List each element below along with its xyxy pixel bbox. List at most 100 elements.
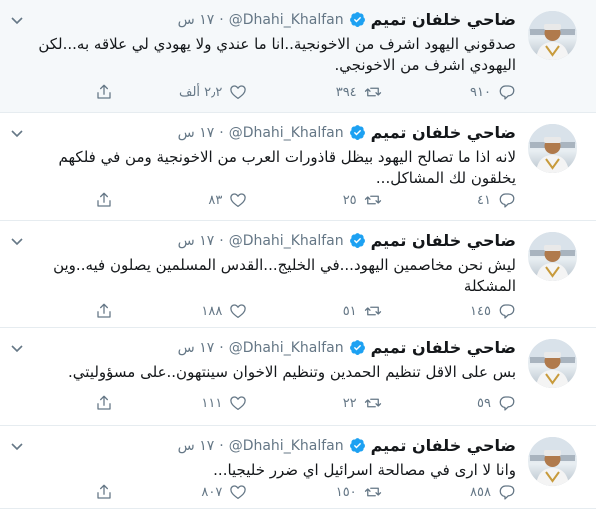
tweet-timestamp[interactable]: ١٧ س — [178, 12, 215, 28]
reply-count: ١٤٥ — [470, 303, 491, 319]
chevron-down-icon[interactable] — [10, 125, 24, 139]
tweet-text: ليش نحن مخاصمين اليهود...في الخليج...الق… — [53, 256, 516, 295]
retweet-button[interactable]: ١٥٠ — [292, 483, 382, 501]
chevron-down-icon[interactable] — [10, 12, 24, 26]
tweet-text: وانا لا ارى في مصالحة اسرائيل اي ضرر خلي… — [213, 461, 516, 479]
separator-dot: · — [219, 339, 224, 356]
reply-button[interactable]: ٤١ — [426, 191, 516, 209]
tweet-header: ضاحي خلفان تميم @Dhahi_Khalfan · ١٧ س — [178, 338, 516, 357]
avatar[interactable] — [528, 11, 577, 60]
reply-button[interactable]: ٨٥٨ — [426, 483, 516, 501]
display-name[interactable]: ضاحي خلفان تميم — [371, 123, 516, 142]
like-count: ٨٣ — [208, 192, 223, 208]
reply-count: ٤١ — [477, 192, 491, 208]
share-button[interactable] — [91, 302, 113, 320]
tweet-header: ضاحي خلفان تميم @Dhahi_Khalfan · ١٧ س — [178, 436, 516, 455]
tweet-header: ضاحي خلفان تميم @Dhahi_Khalfan · ١٧ س — [178, 123, 516, 142]
display-name[interactable]: ضاحي خلفان تميم — [371, 338, 516, 357]
share-button[interactable] — [91, 83, 113, 101]
chevron-down-icon[interactable] — [10, 438, 24, 452]
reply-count: ٥٩ — [477, 395, 491, 411]
tweet[interactable]: ضاحي خلفان تميم @Dhahi_Khalfan · ١٧ س لي… — [0, 221, 596, 328]
share-icon — [97, 84, 111, 99]
avatar[interactable] — [528, 437, 577, 486]
tweet-actions: ٥٩ ٢٢ ١١١ — [91, 393, 516, 413]
tweet[interactable]: ضاحي خلفان تميم @Dhahi_Khalfan · ١٧ س لا… — [0, 113, 596, 221]
heart-icon — [230, 304, 247, 319]
retweet-button[interactable]: ٥١ — [292, 302, 382, 320]
display-name[interactable]: ضاحي خلفان تميم — [371, 436, 516, 455]
retweet-count: ٣٩٤ — [335, 84, 357, 100]
user-handle[interactable]: @Dhahi_Khalfan — [229, 12, 344, 28]
share-icon — [97, 395, 111, 410]
reply-icon — [499, 304, 515, 319]
retweet-button[interactable]: ٢٥ — [292, 191, 382, 209]
retweet-icon — [364, 306, 381, 316]
verified-badge-icon — [349, 232, 366, 249]
like-button[interactable]: ٢٫٢ ألف — [157, 83, 247, 101]
like-button[interactable]: ١١١ — [157, 394, 247, 412]
share-icon — [97, 303, 111, 318]
like-button[interactable]: ١٨٨ — [157, 302, 247, 320]
like-count: ١٨٨ — [201, 303, 223, 319]
tweet-actions: ٩١٠ ٣٩٤ ٢٫٢ ألف — [91, 82, 516, 102]
tweet-actions: ٤١ ٢٥ ٨٣ — [91, 190, 516, 210]
reply-icon — [499, 396, 515, 411]
user-handle[interactable]: @Dhahi_Khalfan — [229, 438, 344, 454]
chevron-down-icon[interactable] — [10, 340, 24, 354]
tweet-header: ضاحي خلفان تميم @Dhahi_Khalfan · ١٧ س — [178, 10, 516, 29]
retweet-count: ٥١ — [342, 303, 357, 319]
retweet-button[interactable]: ٢٢ — [292, 394, 382, 412]
display-name[interactable]: ضاحي خلفان تميم — [371, 10, 516, 29]
retweet-icon — [364, 195, 381, 205]
verified-badge-icon — [349, 339, 366, 356]
reply-count: ٨٥٨ — [470, 484, 491, 500]
verified-badge-icon — [349, 11, 366, 28]
heart-icon — [230, 85, 247, 100]
reply-icon — [499, 485, 515, 500]
share-icon — [97, 192, 111, 207]
retweet-icon — [364, 487, 381, 497]
retweet-count: ١٥٠ — [335, 484, 357, 500]
user-handle[interactable]: @Dhahi_Khalfan — [229, 125, 344, 141]
tweet-timestamp[interactable]: ١٧ س — [178, 125, 215, 141]
tweet-feed: ضاحي خلفان تميم @Dhahi_Khalfan · ١٧ س صد… — [0, 0, 596, 509]
like-button[interactable]: ٨٣ — [157, 191, 247, 209]
heart-icon — [230, 193, 247, 208]
reply-icon — [499, 193, 515, 208]
tweet[interactable]: ضاحي خلفان تميم @Dhahi_Khalfan · ١٧ س صد… — [0, 0, 596, 113]
avatar[interactable] — [528, 232, 577, 281]
share-button[interactable] — [91, 191, 113, 209]
retweet-icon — [364, 398, 381, 408]
separator-dot: · — [219, 124, 224, 141]
avatar[interactable] — [528, 339, 577, 388]
tweet-text: بس على الاقل تنظيم الحمدين وتنظيم الاخوا… — [68, 363, 516, 381]
reply-button[interactable]: ٥٩ — [426, 394, 516, 412]
retweet-count: ٢٢ — [342, 395, 357, 411]
tweet-timestamp[interactable]: ١٧ س — [178, 340, 215, 356]
heart-icon — [230, 485, 247, 500]
tweet-timestamp[interactable]: ١٧ س — [178, 233, 215, 249]
tweet-actions: ٨٥٨ ١٥٠ ٨٠٧ — [91, 482, 516, 502]
like-count: ١١١ — [201, 395, 223, 411]
tweet-text: صدقوني اليهود اشرف من الاخونجية..انا ما … — [38, 35, 516, 74]
reply-button[interactable]: ٩١٠ — [426, 83, 516, 101]
heart-icon — [230, 396, 247, 411]
chevron-down-icon[interactable] — [10, 233, 24, 247]
share-button[interactable] — [91, 394, 113, 412]
tweet-actions: ١٤٥ ٥١ ١٨٨ — [91, 301, 516, 321]
retweet-button[interactable]: ٣٩٤ — [292, 83, 382, 101]
avatar[interactable] — [528, 124, 577, 173]
like-button[interactable]: ٨٠٧ — [157, 483, 247, 501]
reply-button[interactable]: ١٤٥ — [426, 302, 516, 320]
reply-count: ٩١٠ — [470, 84, 491, 100]
share-icon — [97, 484, 111, 499]
tweet-timestamp[interactable]: ١٧ س — [178, 438, 215, 454]
retweet-icon — [364, 87, 381, 97]
tweet[interactable]: ضاحي خلفان تميم @Dhahi_Khalfan · ١٧ س وا… — [0, 426, 596, 509]
display-name[interactable]: ضاحي خلفان تميم — [371, 231, 516, 250]
user-handle[interactable]: @Dhahi_Khalfan — [229, 340, 344, 356]
share-button[interactable] — [91, 483, 113, 501]
tweet[interactable]: ضاحي خلفان تميم @Dhahi_Khalfan · ١٧ س بس… — [0, 328, 596, 426]
user-handle[interactable]: @Dhahi_Khalfan — [229, 233, 344, 249]
